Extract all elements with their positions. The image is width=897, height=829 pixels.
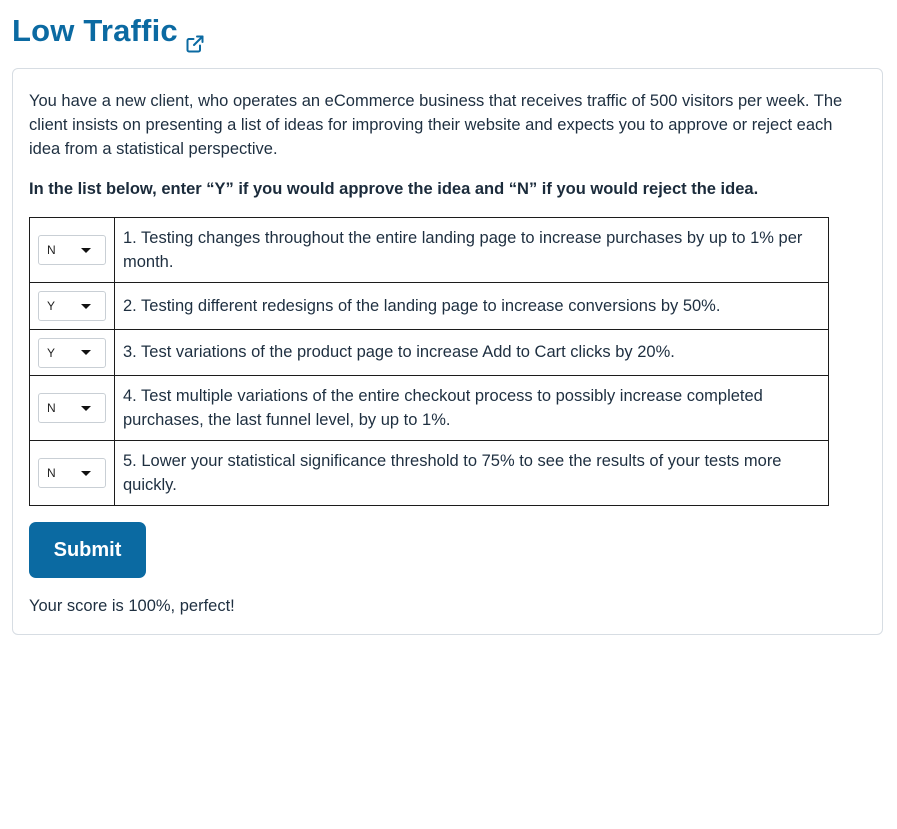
select-value: Y [47, 345, 56, 360]
select-value: N [47, 401, 56, 415]
answer-select[interactable]: N [38, 393, 106, 423]
caret-down-icon [81, 350, 91, 355]
idea-text: 4. Test multiple variations of the entir… [114, 375, 829, 441]
idea-row: N 1. Testing changes throughout the enti… [29, 217, 829, 283]
instruction-text: In the list below, enter “Y” if you woul… [29, 180, 759, 198]
external-link-icon[interactable] [186, 25, 204, 53]
caret-down-icon [81, 405, 91, 411]
idea-row: N 4. Test multiple variations of the ent… [29, 375, 829, 441]
select-value: N [47, 243, 56, 257]
idea-row: Y 2. Testing different redesigns of the … [29, 282, 829, 330]
answer-select[interactable]: Y [38, 291, 106, 321]
answer-select[interactable]: Y [38, 337, 106, 368]
score-text: Your score is 100%, perfect! [29, 597, 235, 615]
select-value: Y [47, 299, 56, 313]
quiz-card: You have a new client, who operates an e… [12, 68, 883, 635]
answer-select[interactable]: N [38, 235, 106, 265]
caret-down-icon [81, 470, 91, 476]
idea-text: 1. Testing changes throughout the entire… [114, 217, 829, 283]
answer-select[interactable]: N [38, 458, 106, 488]
intro-text: You have a new client, who operates an e… [29, 92, 843, 158]
caret-down-icon [81, 247, 91, 253]
idea-row: N 5. Lower your statistical significance… [29, 440, 829, 506]
submit-button[interactable]: Submit [29, 522, 146, 578]
idea-text: 2. Testing different redesigns of the la… [114, 282, 829, 330]
ideas-table: N 1. Testing changes throughout the enti… [29, 217, 829, 506]
idea-text: 5. Lower your statistical significance t… [114, 440, 829, 506]
select-value: N [47, 466, 56, 480]
idea-text: 3. Test variations of the product page t… [114, 329, 829, 376]
page-title: Low Traffic [12, 10, 204, 53]
caret-down-icon [81, 303, 91, 309]
title-text: Low Traffic [12, 13, 178, 48]
idea-row: Y 3. Test variations of the product page… [29, 329, 829, 376]
